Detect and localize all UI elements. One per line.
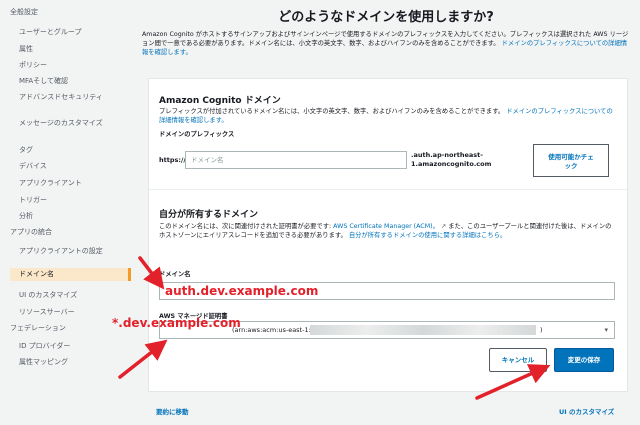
custom-domain-title: 自分が所有するドメイン — [159, 210, 259, 220]
domain-settings-card: Amazon Cognito ドメイン プレフィックスが付加されているドメイン名… — [148, 78, 628, 392]
sidebar-item-policies[interactable]: ポリシー — [19, 60, 47, 70]
https-scheme: https:// — [159, 156, 186, 164]
cognito-domain-description: プレフィックスが付加されているドメイン名には、小文字の英文字、数字、およびハイフ… — [159, 107, 617, 125]
custom-domain-desc-text: このドメイン名には、次に関連付けされた証明書が必要です: — [159, 223, 332, 230]
acm-link[interactable]: AWS Certificate Manager (ACM)。 — [333, 223, 439, 230]
sidebar-item-message-customization[interactable]: メッセージのカスタマイズ — [19, 118, 103, 128]
sidebar-item-resource-servers[interactable]: リソースサーバー — [19, 307, 75, 317]
custom-domain-learn-more-link[interactable]: 自分が所有するドメインの使用に関する詳細はこちら。 — [349, 232, 506, 239]
sidebar-group-app-integration[interactable]: アプリの統合 — [10, 227, 52, 237]
sidebar-item-triggers[interactable]: トリガー — [19, 195, 47, 205]
external-link-icon: ↗ — [440, 223, 447, 230]
save-changes-button[interactable]: 変更の保存 — [554, 348, 614, 372]
sidebar-group-federation[interactable]: フェデレーション — [10, 323, 66, 333]
sidebar-item-tags[interactable]: タグ — [19, 145, 33, 155]
sidebar-item-app-client-settings[interactable]: アプリクライアントの設定 — [19, 246, 103, 256]
cert-arn-suffix: ) — [540, 326, 543, 334]
sidebar-item-devices[interactable]: デバイス — [19, 161, 47, 171]
next-ui-customization-link[interactable]: UI のカスタマイズ — [559, 406, 614, 416]
custom-domain-description: このドメイン名には、次に関連付けされた証明書が必要です: AWS Certifi… — [159, 222, 617, 240]
cognito-domain-suffix: .auth.ap-northeast- 1.amazoncognito.com — [411, 151, 491, 169]
section-divider — [149, 189, 627, 190]
sidebar-item-identity-providers[interactable]: ID プロバイダー — [19, 341, 70, 351]
sidebar-item-advanced-security[interactable]: アドバンスドセキュリティ — [19, 92, 103, 102]
chevron-down-icon: ▾ — [604, 326, 608, 334]
sidebar-item-attribute-mapping[interactable]: 属性マッピング — [19, 357, 68, 367]
cert-domain-annotation: *.dev.example.com — [112, 316, 241, 330]
sidebar-item-attributes[interactable]: 属性 — [19, 44, 33, 54]
domain-prefix-input[interactable]: ドメイン名 — [185, 151, 407, 169]
cognito-domain-title: Amazon Cognito ドメイン — [159, 96, 281, 106]
sidebar-item-app-clients[interactable]: アプリクライアント — [19, 178, 82, 188]
page-title: どのようなドメインを使用しますか? — [278, 10, 494, 25]
sidebar-item-analytics[interactable]: 分析 — [19, 211, 33, 221]
cancel-button[interactable]: キャンセル — [489, 348, 547, 372]
redacted-arn — [310, 325, 536, 335]
cognito-domain-suffix-line2: 1.amazoncognito.com — [411, 160, 492, 168]
main-content: どのようなドメインを使用しますか? Amazon Cognito がホストするサ… — [132, 0, 640, 425]
sidebar: 全般設定 ユーザーとグループ 属性 ポリシー MFAそして確認 アドバンスドセキ… — [0, 0, 132, 425]
sidebar-item-domain-name[interactable]: ドメイン名 — [10, 268, 131, 281]
back-to-summary-link[interactable]: 要約に移動 — [156, 406, 189, 416]
intro-text: Amazon Cognito がホストするサインアップおよびサインインページで使… — [142, 30, 630, 57]
sidebar-item-ui-customization[interactable]: UI のカスタマイズ — [19, 290, 77, 300]
check-availability-label-1: 使用可能かチェ — [548, 153, 594, 161]
sidebar-item-mfa[interactable]: MFAそして確認 — [19, 76, 68, 86]
domain-name-label: ドメイン名 — [159, 271, 191, 278]
custom-domain-input[interactable]: auth.dev.example.com — [159, 282, 615, 300]
cognito-domain-desc-text: プレフィックスが付加されているドメイン名には、小文字の英文字、数字、およびハイフ… — [159, 108, 505, 115]
cert-arn-prefix: (arn:aws:acm:us-east-1: — [232, 326, 311, 334]
check-availability-button[interactable]: 使用可能かチェ ック — [533, 144, 609, 177]
prefix-label: ドメインのプレフィックス — [159, 131, 235, 138]
check-availability-label-2: ック — [564, 162, 578, 170]
sidebar-group-general[interactable]: 全般設定 — [10, 7, 38, 17]
sidebar-item-users-groups[interactable]: ユーザーとグループ — [19, 27, 81, 37]
cognito-domain-suffix-line1: .auth.ap-northeast- — [411, 151, 483, 159]
